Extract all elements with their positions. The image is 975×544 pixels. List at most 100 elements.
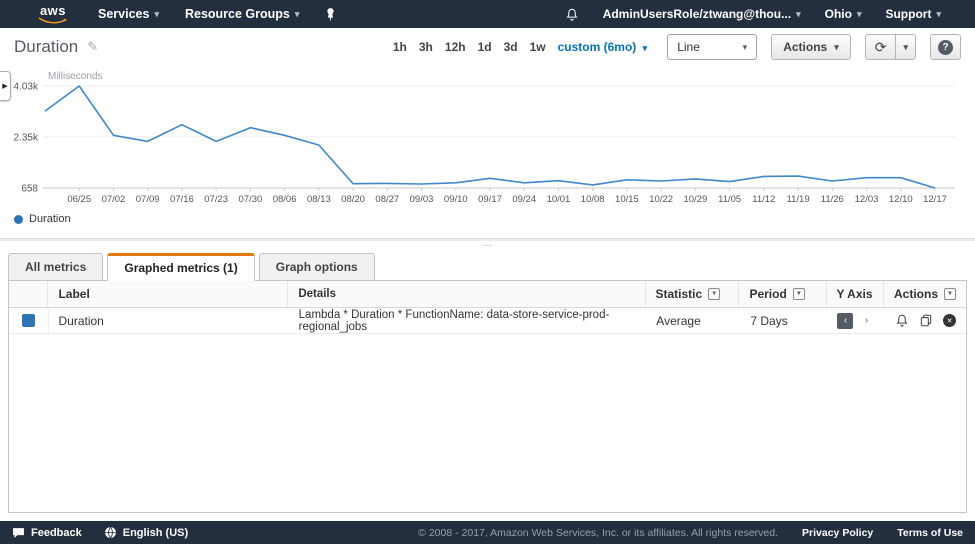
statistic-dropdown-icon[interactable]: ▼ [708,288,720,300]
header-y-axis: Y Axis [827,281,884,307]
refresh-button[interactable]: ⟳ [865,34,897,60]
range-3d[interactable]: 3d [504,40,518,54]
tab-graphed-metrics[interactable]: Graphed metrics (1) [107,253,254,281]
row-statistic-cell: Average [646,308,740,333]
metric-toolbar: Duration ✎ 1h 3h 12h 1d 3d 1w custom (6m… [0,28,975,66]
legend-item-duration[interactable]: Duration [14,213,71,225]
aws-logo[interactable]: aws [38,4,68,24]
series-checkbox[interactable] [22,314,35,327]
svg-text:11/05: 11/05 [718,194,741,205]
range-1w[interactable]: 1w [530,40,546,54]
svg-text:08/06: 08/06 [273,194,297,205]
svg-text:09/10: 09/10 [444,194,468,205]
period-dropdown-icon[interactable]: ▼ [793,288,805,300]
y-axis-right-button[interactable]: › [858,313,874,329]
remove-metric-icon[interactable]: ✕ [943,314,956,327]
svg-text:08/20: 08/20 [341,194,365,205]
feedback-label: Feedback [31,527,82,539]
range-3h[interactable]: 3h [419,40,433,54]
y-axis-left-button[interactable]: ‹ [837,313,853,329]
footer-left-group: Feedback English (US) [12,526,188,539]
svg-text:09/17: 09/17 [478,194,502,205]
tab-all-metrics[interactable]: All metrics [8,253,103,281]
svg-text:07/02: 07/02 [102,194,126,205]
speech-bubble-icon [12,527,25,539]
terms-of-use-link[interactable]: Terms of Use [897,527,963,539]
chevron-down-icon: ▾ [903,42,908,53]
create-alarm-bell-icon[interactable] [895,313,909,328]
chevron-down-icon: ▾ [857,9,862,20]
actions-dropdown-icon[interactable]: ▼ [944,288,956,300]
header-period: Period ▼ [739,281,826,307]
svg-text:Milliseconds: Milliseconds [48,71,102,82]
header-checkbox-column [9,281,48,307]
svg-text:10/29: 10/29 [683,194,707,205]
chart-type-value: Line [677,40,700,54]
row-action-icons: ✕ [895,313,956,328]
range-1d[interactable]: 1d [478,40,492,54]
actions-button[interactable]: Actions ▾ [771,34,851,60]
pin-icon[interactable] [325,8,336,21]
range-custom[interactable]: custom (6mo) ▾ [558,40,648,54]
header-statistic: Statistic ▼ [646,281,740,307]
aws-logo-text: aws [40,4,66,17]
refresh-split-button: ⟳ ▾ [865,34,916,60]
expand-arrow-icon: ▶ [2,82,7,90]
svg-text:07/30: 07/30 [238,194,262,205]
svg-text:658: 658 [21,184,38,195]
nav-region-label: Ohio [825,7,852,21]
chart-type-select[interactable]: Line ▾ [667,34,757,60]
nav-services-menu[interactable]: Services ▾ [98,7,159,21]
tab-graph-options[interactable]: Graph options [259,253,375,281]
refresh-options-button[interactable]: ▾ [895,34,916,60]
header-details: Details [288,281,645,307]
range-12h[interactable]: 12h [445,40,466,54]
copyright-text: © 2008 - 2017, Amazon Web Services, Inc.… [418,527,778,539]
row-y-axis-cell: ‹ › [827,308,885,333]
chevron-left-icon: ‹ [844,315,847,326]
svg-text:06/25: 06/25 [67,194,91,205]
pushpin-icon [325,8,336,21]
duplicate-copy-icon[interactable] [919,313,933,328]
range-1h[interactable]: 1h [393,40,407,54]
nav-region-menu[interactable]: Ohio ▾ [825,7,862,21]
svg-text:08/27: 08/27 [375,194,399,205]
nav-left-group: Services ▾ Resource Groups ▾ [98,7,336,21]
nav-account-menu[interactable]: AdminUsersRole/ztwang@thou... ▾ [603,7,801,21]
chevron-down-icon: ▾ [154,9,159,20]
top-nav-bar: aws Services ▾ Resource Groups ▾ A [0,0,975,28]
chevron-down-icon: ▾ [834,42,839,53]
svg-text:4.03k: 4.03k [14,82,39,93]
chevron-down-icon: ▾ [796,9,801,20]
edit-title-pencil-icon[interactable]: ✎ [87,39,98,55]
notifications-bell-icon[interactable] [565,7,579,22]
header-actions-label: Actions [894,287,938,301]
drag-handle-icon[interactable]: ⋯ [0,241,975,249]
duration-line-chart: 4.03k2.35k65806/2507/0207/0907/1607/2307… [0,66,975,208]
nav-resource-groups-menu[interactable]: Resource Groups ▾ [185,7,299,21]
svg-text:11/19: 11/19 [787,194,810,205]
svg-text:10/01: 10/01 [547,194,571,205]
help-button[interactable]: ? [930,34,961,60]
table-row: Duration Lambda * Duration * FunctionNam… [9,308,966,334]
feedback-button[interactable]: Feedback [12,527,82,539]
svg-text:07/23: 07/23 [204,194,228,205]
language-button[interactable]: English (US) [104,526,188,539]
svg-text:07/16: 07/16 [170,194,194,205]
nav-resource-groups-label: Resource Groups [185,7,290,21]
svg-text:10/08: 10/08 [581,194,605,205]
language-label: English (US) [123,527,188,539]
chevron-down-icon: ▾ [643,43,648,53]
header-statistic-label: Statistic [656,287,703,301]
page-title: Duration [14,37,78,57]
svg-text:08/13: 08/13 [307,194,331,205]
nav-support-label: Support [885,7,931,21]
row-period-cell: 7 Days [740,308,827,333]
help-icon: ? [938,40,953,55]
header-label: Label [48,281,288,307]
svg-text:12/10: 12/10 [889,194,913,205]
sidebar-expander-toggle[interactable]: ▶ [0,71,11,101]
privacy-policy-link[interactable]: Privacy Policy [802,527,873,539]
nav-support-menu[interactable]: Support ▾ [885,7,941,21]
refresh-icon: ⟳ [875,39,887,56]
